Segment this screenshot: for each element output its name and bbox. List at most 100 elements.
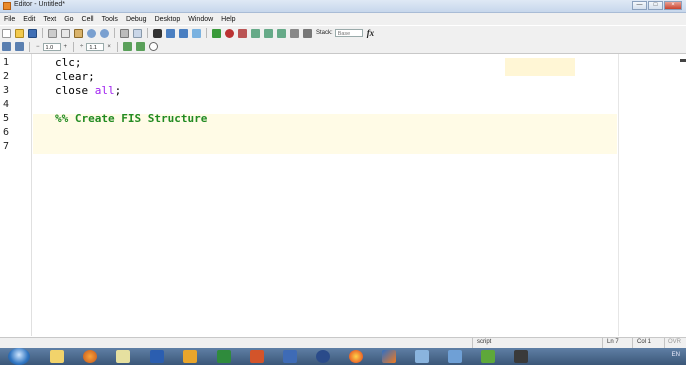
function-browser-icon[interactable]: [192, 28, 201, 38]
close-command: close: [55, 84, 95, 97]
forward-icon[interactable]: [179, 28, 188, 38]
minimize-button[interactable]: —: [632, 1, 647, 10]
binoculars-icon[interactable]: [153, 28, 162, 38]
fx-button[interactable]: fx: [367, 28, 375, 38]
menu-file[interactable]: File: [0, 16, 19, 23]
new-file-icon[interactable]: [2, 28, 11, 38]
status-divider: [602, 338, 603, 348]
code-line-3: close all;: [55, 84, 121, 97]
menu-help[interactable]: Help: [217, 16, 239, 23]
column-status: Col 1: [637, 339, 652, 345]
menu-edit[interactable]: Edit: [19, 16, 39, 23]
scale-value-field[interactable]: 1.1: [86, 42, 105, 51]
copy-icon[interactable]: [61, 28, 70, 38]
stack-dropdown[interactable]: Base: [334, 29, 363, 37]
right-margin-line: [618, 54, 619, 336]
maximize-button[interactable]: □: [648, 1, 663, 10]
outlook-icon[interactable]: [183, 350, 197, 363]
step-in-icon[interactable]: [264, 28, 273, 38]
step-out-icon[interactable]: [277, 28, 286, 38]
line-number: 2: [3, 71, 10, 82]
network-icon[interactable]: [514, 350, 528, 363]
powerpoint-icon[interactable]: [250, 350, 264, 363]
redo-icon[interactable]: [100, 28, 109, 38]
cut-icon[interactable]: [48, 28, 57, 38]
clear-breakpoints-icon[interactable]: [238, 28, 247, 38]
status-divider: [632, 338, 633, 348]
file-type-status: script: [477, 339, 492, 345]
exit-debug-icon[interactable]: [303, 28, 312, 38]
toolbar-separator: [29, 41, 30, 52]
language-indicator[interactable]: EN: [672, 352, 680, 358]
menu-desktop[interactable]: Desktop: [151, 16, 185, 23]
matlab-editor-icon: [3, 2, 11, 10]
find-files-icon[interactable]: [133, 28, 142, 38]
menu-window[interactable]: Window: [184, 16, 217, 23]
paste-icon[interactable]: [74, 28, 83, 38]
open-file-icon[interactable]: [15, 28, 24, 38]
save-icon[interactable]: [28, 28, 37, 38]
explorer-icon[interactable]: [50, 350, 64, 363]
evaluate-cell-icon[interactable]: [122, 42, 132, 51]
word-icon[interactable]: [150, 350, 164, 363]
taskbar: EN: [0, 348, 686, 365]
continue-icon[interactable]: [290, 28, 299, 38]
firefox-icon[interactable]: [83, 350, 97, 363]
run-icon[interactable]: [212, 28, 221, 38]
status-divider: [664, 338, 665, 348]
link-icon[interactable]: [316, 350, 330, 363]
step-value-field[interactable]: 1.0: [42, 42, 61, 51]
menu-cell[interactable]: Cell: [78, 16, 98, 23]
multiply-button[interactable]: ×: [107, 44, 111, 50]
pen-icon[interactable]: [116, 350, 130, 363]
download-icon[interactable]: [481, 350, 495, 363]
line-number-gutter: 1 2 3 4 5 6 7: [0, 54, 32, 336]
toolbar-separator: [116, 41, 118, 52]
visio-icon[interactable]: [283, 350, 297, 363]
window-controls: — □ ×: [632, 1, 682, 10]
cell-insert-icon[interactable]: [15, 42, 24, 51]
magnifier-icon[interactable]: [148, 42, 158, 51]
undo-icon[interactable]: [87, 28, 96, 38]
window-icon[interactable]: [448, 350, 462, 363]
line-number: 6: [3, 127, 10, 138]
star-icon[interactable]: [349, 350, 363, 363]
menu-debug[interactable]: Debug: [122, 16, 151, 23]
app-icon[interactable]: [415, 350, 429, 363]
line-number: 4: [3, 99, 10, 110]
overwrite-status: OVR: [668, 339, 682, 345]
close-button[interactable]: ×: [664, 1, 682, 10]
status-divider: [472, 338, 473, 348]
excel-icon[interactable]: [217, 350, 231, 363]
code-editor[interactable]: 1 2 3 4 5 6 7 clc; clear; close all; %% …: [0, 54, 686, 336]
increment-button[interactable]: +: [64, 44, 68, 50]
start-orb-icon[interactable]: [8, 348, 30, 365]
status-bar: script Ln 7 Col 1 OVR: [0, 337, 686, 348]
line-number: 3: [3, 85, 10, 96]
title-bar: Editor - Untitled* — □ ×: [0, 0, 686, 13]
cell-toolbar: − 1.0 + ÷ 1.1 ×: [0, 40, 686, 54]
line-status: Ln 7: [607, 339, 619, 345]
menu-tools[interactable]: Tools: [98, 16, 122, 23]
print-icon[interactable]: [120, 28, 129, 38]
matlab-icon[interactable]: [382, 350, 396, 363]
step-icon[interactable]: [251, 28, 260, 38]
stack-label: Stack:: [316, 30, 333, 36]
toolbar-separator: [206, 28, 207, 38]
scrollbar-thumb[interactable]: [680, 59, 686, 62]
toolbar-separator: [73, 41, 75, 52]
menu-text[interactable]: Text: [39, 16, 60, 23]
decrement-button[interactable]: −: [36, 44, 40, 50]
evaluate-advance-icon[interactable]: [135, 42, 145, 51]
line-number: 5: [3, 113, 10, 124]
vertical-scrollbar[interactable]: [680, 54, 686, 336]
back-icon[interactable]: [166, 28, 175, 38]
breakpoint-icon[interactable]: [225, 28, 234, 38]
toolbar-separator: [147, 28, 148, 38]
divide-button[interactable]: ÷: [80, 44, 83, 50]
cell-mode-icon[interactable]: [2, 42, 11, 51]
menu-go[interactable]: Go: [60, 16, 77, 23]
semicolon: ;: [114, 84, 122, 97]
line-number: 1: [3, 57, 10, 68]
cell-title-comment: %% Create FIS Structure: [55, 112, 208, 125]
